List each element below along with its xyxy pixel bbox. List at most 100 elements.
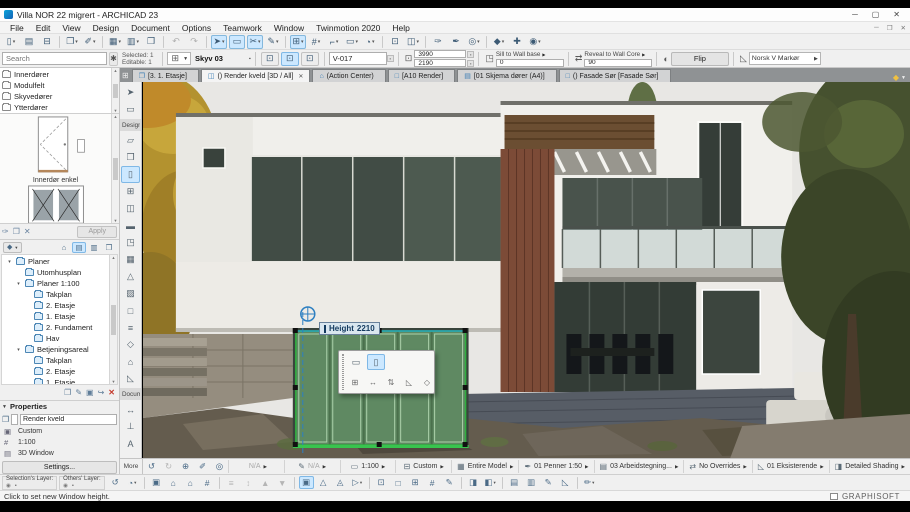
new-button[interactable]: ▯ xyxy=(3,35,19,49)
doc-close-icon[interactable]: ✕ xyxy=(901,24,906,32)
orientation-chip[interactable]: ✎ N/A ▶ xyxy=(284,460,340,473)
snap-guides-button[interactable]: ▭ xyxy=(344,35,360,49)
pet-height-edit-icon[interactable]: ▯ xyxy=(367,354,385,370)
menu-item[interactable]: File xyxy=(4,23,30,33)
eye-icon[interactable]: ◉ xyxy=(6,483,11,490)
filter-elements-icon[interactable]: □ xyxy=(391,476,406,489)
sketch-icon[interactable]: ✎ xyxy=(442,476,457,489)
navigator-scrollbar[interactable]: ▲▼ xyxy=(109,255,117,384)
object-tool[interactable]: ⌂ xyxy=(121,353,140,370)
view-tab[interactable]: ⌂ (Action Center) xyxy=(312,69,385,82)
layer-name[interactable]: Skyv 03 xyxy=(191,54,249,63)
toolbox-section-design[interactable]: Design xyxy=(120,119,141,131)
group-button[interactable]: ⊡ xyxy=(387,35,403,49)
modify-button[interactable]: ◆ xyxy=(491,35,507,49)
scale-button[interactable]: ▥ xyxy=(125,35,141,49)
library-action-icon[interactable]: ❐ xyxy=(13,227,20,236)
fit-in-window-icon[interactable]: ◎ xyxy=(212,460,227,473)
arrow-tool-button[interactable]: ➤ xyxy=(211,35,227,49)
pet-door-panel-icon[interactable]: ▭ xyxy=(347,354,365,370)
library-folder-row[interactable]: Skyvedører xyxy=(2,91,110,102)
column-tool[interactable]: ❒ xyxy=(121,149,140,166)
copy-button[interactable]: ❐ xyxy=(64,35,80,49)
id-box[interactable] xyxy=(11,414,18,425)
look-around-icon[interactable]: ↻ xyxy=(161,460,176,473)
layers-button[interactable]: ▦ xyxy=(107,35,123,49)
lock-icon[interactable]: ▪ xyxy=(72,483,74,490)
toolbar-button[interactable] xyxy=(59,36,60,48)
new-folder-icon[interactable]: ▣ xyxy=(86,388,94,397)
stair-tool[interactable]: ≡ xyxy=(121,319,140,336)
pet-move-icon[interactable]: ↔ xyxy=(365,375,381,390)
delete-view-icon[interactable]: ✕ xyxy=(108,388,115,397)
anchor-option-button[interactable]: ⊡ xyxy=(301,52,319,66)
grid-icon[interactable]: # xyxy=(200,476,215,489)
3d-viewport[interactable]: Height 2210 ▭▯ ⊞↔⇅◺◇ xyxy=(143,82,910,458)
shell-tool[interactable]: △ xyxy=(121,268,140,285)
navigator-tree-item[interactable]: Utomhusplan xyxy=(4,267,108,278)
graphic-override-chip[interactable]: ⇄ No Overrides ▶ xyxy=(683,460,751,473)
measure-button[interactable]: ◎ xyxy=(466,35,482,49)
others-layer-chip[interactable]: Others' Layer: ◉▪ xyxy=(59,476,105,490)
zoom-chip[interactable]: N/A ▶ xyxy=(228,460,284,473)
history-icon[interactable]: ◔ xyxy=(125,476,140,489)
railing-tool[interactable]: ◺ xyxy=(121,370,140,387)
navigator-layout-book-icon[interactable]: ▥ xyxy=(87,242,101,253)
navigator-tree-item[interactable]: 1. Etasje xyxy=(4,311,108,322)
redline-icon[interactable]: ✎ xyxy=(541,476,556,489)
maximize-button[interactable]: ▢ xyxy=(872,10,880,20)
section-icon[interactable]: ◺ xyxy=(558,476,573,489)
element-id-field[interactable] xyxy=(329,52,387,65)
beam-tool[interactable]: ▬ xyxy=(121,217,140,234)
annotate-mode-icon[interactable]: ✏ xyxy=(582,476,597,489)
3d-style-chip[interactable]: ◨ Detailed Shading ▶ xyxy=(829,460,910,473)
suspend-groups-button[interactable]: ◫ xyxy=(405,35,421,49)
align-icon[interactable]: ≡ xyxy=(224,476,239,489)
navigator-tree-item[interactable]: 2. Etasje xyxy=(4,300,108,311)
view-tab[interactable]: □ [A10 Render] xyxy=(388,69,455,82)
pick-up-parameters-button[interactable]: ✐ xyxy=(82,35,98,49)
shadows-icon[interactable]: ◨ xyxy=(466,476,481,489)
model-view-options-chip[interactable]: ▤ 03 Arbeidstegning... ▶ xyxy=(594,460,684,473)
redo-button[interactable]: ↷ xyxy=(186,35,202,49)
anchor-option-button[interactable]: ⊡ xyxy=(281,52,299,66)
favorites-button[interactable]: ⊞ xyxy=(290,35,306,49)
scale-chip[interactable]: ▭ 1:100 ▶ xyxy=(340,460,396,473)
view-tab[interactable]: ❐ [3. 1. Etasje] xyxy=(132,69,199,82)
toolbar-button[interactable] xyxy=(206,36,207,48)
menu-item[interactable]: Window xyxy=(268,23,310,33)
mesh-tool[interactable]: ▨ xyxy=(121,285,140,302)
annotate-button[interactable]: ✑ xyxy=(430,35,446,49)
distribute-icon[interactable]: ↕ xyxy=(241,476,256,489)
close-button[interactable]: ✕ xyxy=(893,10,900,20)
navigator-tree-item[interactable]: 1. Etasje xyxy=(4,377,108,385)
toolbar-button[interactable] xyxy=(163,36,164,48)
split-button[interactable]: ✎ xyxy=(265,35,281,49)
guide-lines-button[interactable]: ⌐ xyxy=(326,35,342,49)
apply-button[interactable]: Apply xyxy=(77,226,117,238)
text-tool[interactable]: A xyxy=(121,435,140,452)
menu-item[interactable]: Teamwork xyxy=(217,23,268,33)
toolbar-button[interactable] xyxy=(285,36,286,48)
bottom-toolbar-icon[interactable] xyxy=(294,477,295,489)
render-style-icon[interactable]: ◧ xyxy=(483,476,498,489)
zone-display-icon[interactable]: ▤ xyxy=(507,476,522,489)
bottom-toolbar-icon[interactable] xyxy=(461,477,462,489)
arrow-tool[interactable]: ➤ xyxy=(121,84,140,101)
toolbox-section-document[interactable]: Docume xyxy=(120,388,141,400)
navigator-view-map-icon[interactable]: ▤ xyxy=(72,242,86,253)
add-button[interactable]: ✚ xyxy=(509,35,525,49)
editing-plane-icon[interactable]: # xyxy=(425,476,440,489)
perspective-icon[interactable]: △ xyxy=(316,476,331,489)
renovation-filter-chip[interactable]: ◺ 01 Eksisterende ▶ xyxy=(752,460,829,473)
walk-mode-icon[interactable]: ✐ xyxy=(195,460,210,473)
marquee-tool-button[interactable]: ▭ xyxy=(229,35,245,49)
open-view-icon[interactable]: ↪ xyxy=(98,388,105,397)
zone-tool[interactable]: □ xyxy=(121,302,140,319)
door-tool[interactable]: ▯ xyxy=(121,166,140,183)
property-row[interactable]: ▤ 3D Window xyxy=(2,448,117,459)
home-story-icon[interactable]: ⌂ xyxy=(166,476,181,489)
toolbar-button[interactable] xyxy=(486,36,487,48)
toolbar-button[interactable] xyxy=(102,36,103,48)
menu-item[interactable]: Design xyxy=(87,23,125,33)
